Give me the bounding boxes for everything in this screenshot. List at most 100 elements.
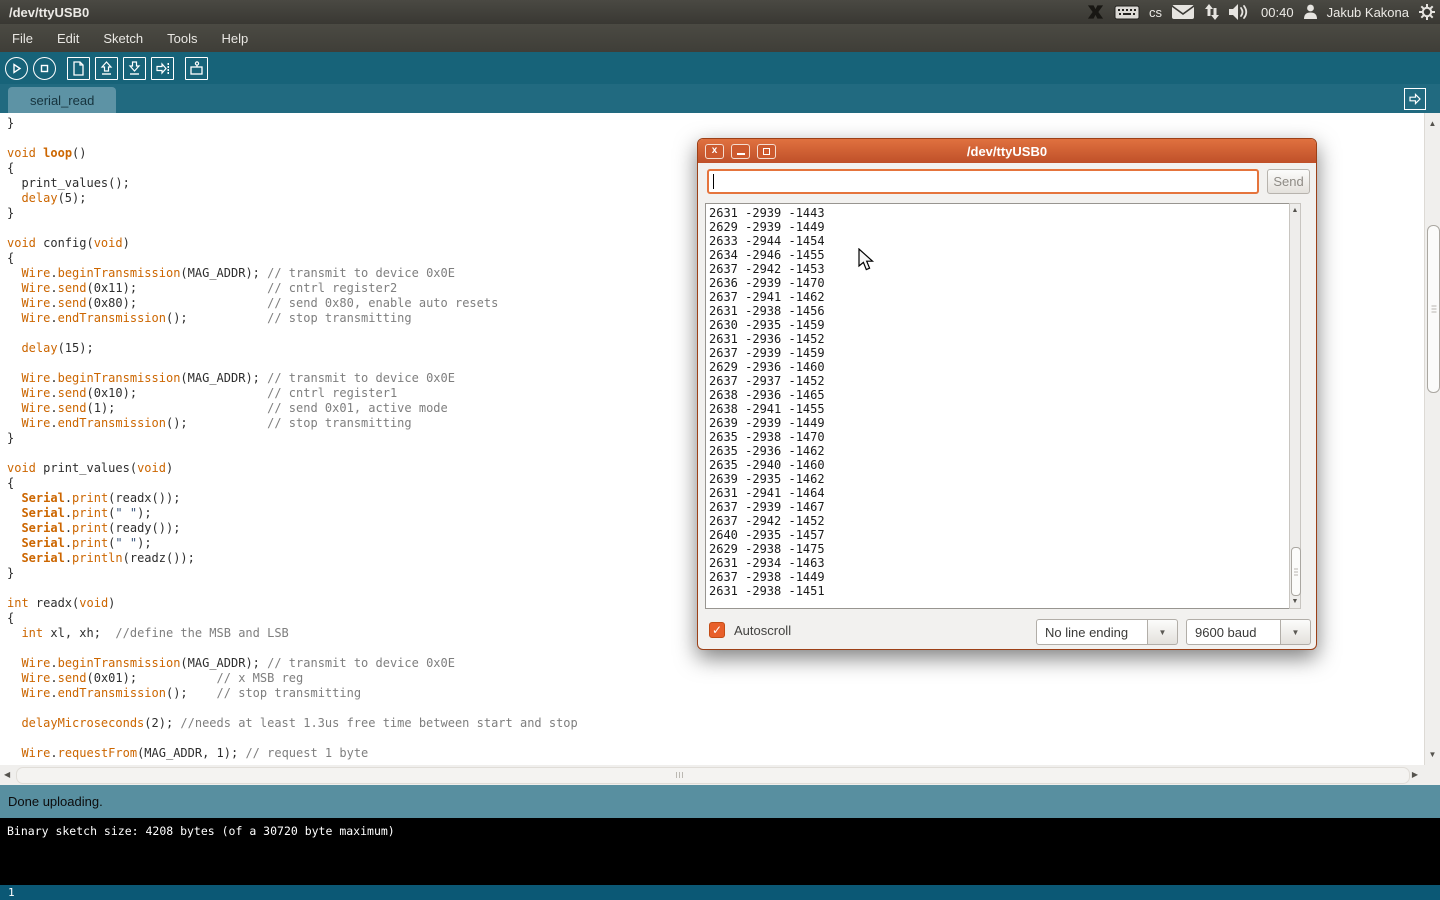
- code-line: [7, 701, 1424, 716]
- mail-icon[interactable]: [1171, 4, 1195, 20]
- serial-data-row: 2629 -2938 -1475: [706, 542, 1300, 556]
- code-line: [7, 731, 1424, 746]
- stop-button[interactable]: [33, 57, 56, 80]
- user-icon: [1303, 4, 1318, 20]
- maximize-button[interactable]: [757, 144, 776, 159]
- code-line: Wire.send(0x01); // x MSB reg: [7, 671, 1424, 686]
- editor-horizontal-scrollbar[interactable]: ◀ ▶: [0, 765, 1440, 785]
- serial-scrollbar[interactable]: ▲ ▼: [1289, 203, 1301, 609]
- console-output: Binary sketch size: 4208 bytes (of a 307…: [0, 818, 1440, 885]
- window-title: /dev/ttyUSB0: [9, 5, 89, 20]
- serial-data-row: 2629 -2936 -1460: [706, 360, 1300, 374]
- serial-data-row: 2630 -2935 -1459: [706, 318, 1300, 332]
- serial-data-row: 2631 -2936 -1452: [706, 332, 1300, 346]
- serial-monitor-button[interactable]: [185, 57, 208, 80]
- serial-data-row: 2635 -2938 -1470: [706, 430, 1300, 444]
- autoscroll-checkbox[interactable]: ✓: [709, 622, 725, 638]
- serial-rows: 2631 -2939 -14432629 -2939 -14492633 -29…: [706, 204, 1300, 598]
- menu-item-file[interactable]: File: [0, 24, 45, 52]
- serial-data-row: 2631 -2934 -1463: [706, 556, 1300, 570]
- serial-data-row: 2629 -2939 -1449: [706, 220, 1300, 234]
- sync-arrows-icon[interactable]: [1204, 4, 1220, 20]
- maximize-icon: [763, 148, 770, 155]
- code-line: }: [7, 116, 1424, 131]
- system-tray: cs 00:40 Jakub Kakona: [1086, 0, 1436, 24]
- keyboard-icon[interactable]: [1114, 5, 1140, 20]
- new-sketch-button[interactable]: [67, 57, 90, 80]
- scroll-right-arrow-icon[interactable]: ▶: [1412, 770, 1418, 779]
- code-line: Wire.requestFrom(MAG_ADDR, 1); // reques…: [7, 746, 1424, 761]
- serial-data-row: 2635 -2940 -1460: [706, 458, 1300, 472]
- baud-rate-select[interactable]: 9600 baud: [1186, 619, 1281, 645]
- scroll-left-arrow-icon[interactable]: ◀: [4, 770, 10, 779]
- editor-hscroll-thumb[interactable]: [16, 767, 1410, 784]
- serial-scroll-up-icon[interactable]: ▲: [1292, 207, 1299, 214]
- open-button[interactable]: [95, 57, 118, 80]
- status-bar: Done uploading.: [0, 785, 1440, 818]
- editor-vertical-scrollbar[interactable]: ▲ ▼: [1424, 113, 1440, 765]
- minimize-icon: [737, 153, 745, 155]
- serial-monitor-window: /dev/ttyUSB0 x Send 2631 -2939 -14432629…: [697, 138, 1317, 650]
- text-caret: [713, 174, 714, 189]
- line-ending-select[interactable]: No line ending: [1036, 619, 1148, 645]
- serial-data-row: 2631 -2938 -1451: [706, 584, 1300, 598]
- menu-item-edit[interactable]: Edit: [45, 24, 91, 52]
- serial-data-row: 2638 -2941 -1455: [706, 402, 1300, 416]
- code-line: Wire.beginTransmission(MAG_ADDR); // tra…: [7, 656, 1424, 671]
- menu-item-help[interactable]: Help: [209, 24, 260, 52]
- upload-button[interactable]: [151, 57, 174, 80]
- serial-data-row: 2637 -2937 -1452: [706, 374, 1300, 388]
- serial-scroll-thumb[interactable]: [1291, 547, 1301, 596]
- top-panel: /dev/ttyUSB0 cs: [0, 0, 1440, 24]
- send-button-label: Send: [1273, 174, 1303, 189]
- indicator-applet-icon[interactable]: [1086, 3, 1105, 21]
- serial-data-row: 2637 -2942 -1453: [706, 262, 1300, 276]
- line-ending-value: No line ending: [1045, 625, 1128, 640]
- serial-data-row: 2639 -2939 -1449: [706, 416, 1300, 430]
- toolbar: [0, 52, 1440, 84]
- serial-data-row: 2635 -2936 -1462: [706, 444, 1300, 458]
- serial-data-row: 2634 -2946 -1455: [706, 248, 1300, 262]
- serial-data-row: 2631 -2938 -1456: [706, 304, 1300, 318]
- tab-label: serial_read: [30, 93, 94, 108]
- scroll-up-arrow-icon[interactable]: ▲: [1429, 119, 1437, 128]
- tab-serial-read[interactable]: serial_read: [8, 87, 116, 113]
- serial-output-area[interactable]: 2631 -2939 -14432629 -2939 -14492633 -29…: [705, 203, 1301, 609]
- keyboard-layout-label[interactable]: cs: [1149, 5, 1162, 20]
- serial-data-row: 2640 -2935 -1457: [706, 528, 1300, 542]
- verify-button[interactable]: [5, 57, 28, 80]
- baud-dropdown-arrow-icon[interactable]: ▼: [1281, 619, 1311, 645]
- current-line-number: 1: [8, 886, 15, 899]
- serial-data-row: 2631 -2941 -1464: [706, 486, 1300, 500]
- line-ending-dropdown-arrow-icon[interactable]: ▼: [1148, 619, 1178, 645]
- session-gear-icon[interactable]: [1418, 3, 1436, 21]
- editor-vscroll-thumb[interactable]: [1427, 225, 1440, 393]
- serial-data-row: 2638 -2936 -1465: [706, 388, 1300, 402]
- save-button[interactable]: [123, 57, 146, 80]
- scroll-down-arrow-icon[interactable]: ▼: [1429, 750, 1437, 759]
- username-label[interactable]: Jakub Kakona: [1327, 5, 1409, 20]
- tab-bar: serial_read: [0, 84, 1440, 113]
- serial-data-row: 2637 -2939 -1467: [706, 500, 1300, 514]
- autoscroll-label: Autoscroll: [734, 623, 791, 638]
- send-button[interactable]: Send: [1267, 169, 1310, 194]
- clock[interactable]: 00:40: [1261, 5, 1294, 20]
- menu-item-sketch[interactable]: Sketch: [91, 24, 155, 52]
- serial-data-row: 2637 -2942 -1452: [706, 514, 1300, 528]
- serial-data-row: 2633 -2944 -1454: [706, 234, 1300, 248]
- minimize-button[interactable]: [731, 144, 750, 159]
- mouse-cursor: [858, 248, 876, 272]
- serial-monitor-controls: ✓ Autoscroll No line ending ▼ 9600 baud …: [698, 619, 1316, 645]
- menu-item-tools[interactable]: Tools: [155, 24, 209, 52]
- serial-monitor-titlebar[interactable]: /dev/ttyUSB0 x: [698, 139, 1316, 163]
- code-line: Wire.endTransmission(); // stop transmit…: [7, 686, 1424, 701]
- close-button[interactable]: x: [705, 144, 724, 159]
- status-message: Done uploading.: [8, 794, 103, 809]
- tab-menu-button[interactable]: [1404, 88, 1426, 110]
- checkmark-icon: ✓: [712, 623, 722, 637]
- volume-icon[interactable]: [1229, 4, 1252, 20]
- baud-rate-value: 9600 baud: [1195, 625, 1256, 640]
- serial-scroll-down-icon[interactable]: ▼: [1292, 598, 1299, 605]
- line-number-bar: 1: [0, 885, 1440, 900]
- serial-input-field[interactable]: [707, 169, 1259, 194]
